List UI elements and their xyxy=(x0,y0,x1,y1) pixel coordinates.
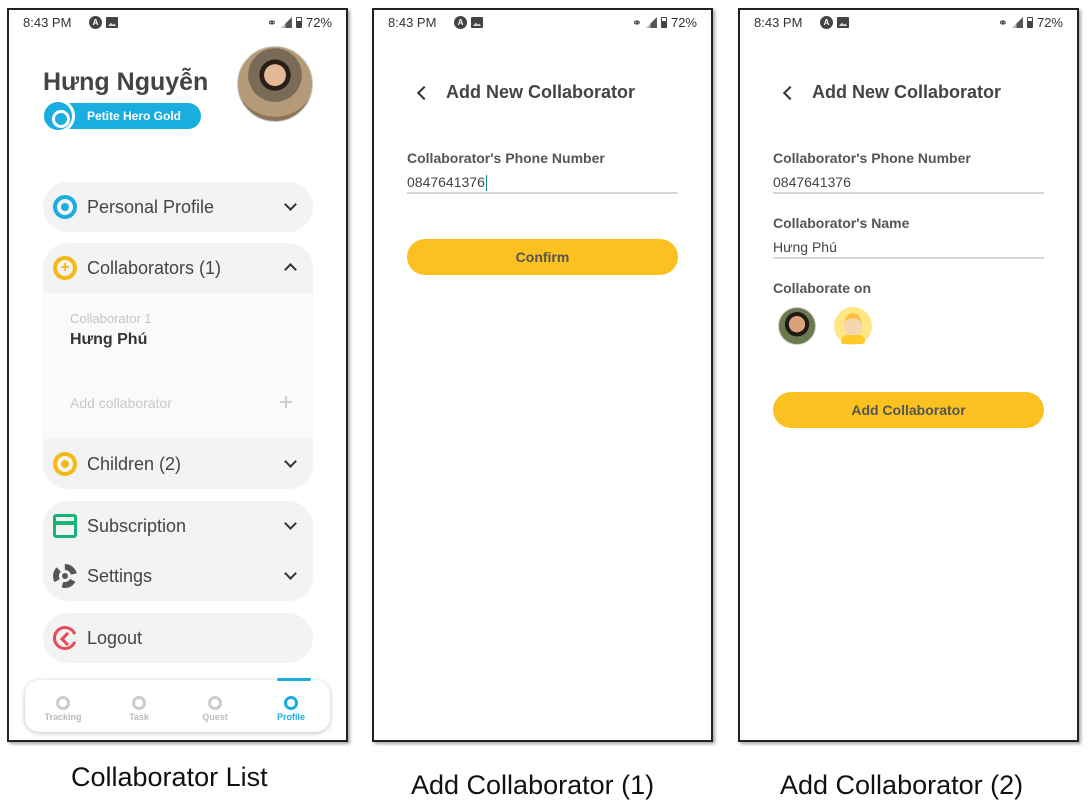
nav-quest[interactable]: Quest xyxy=(185,680,245,732)
status-bar: 8:43 PM A ⚭ 72% xyxy=(740,14,1077,32)
settings-row[interactable]: Settings xyxy=(43,551,313,601)
chevron-up-icon[interactable] xyxy=(284,263,297,276)
status-time: 8:43 PM xyxy=(23,15,72,30)
battery-icon xyxy=(295,17,302,28)
add-collaborator-screen-1: 8:43 PM A ⚭ 72% Add New Collaborator Coll… xyxy=(372,8,713,742)
collaborator-list-screen: 8:43 PM A ⚭ 72% Hưng Nguyễn Petite Hero G… xyxy=(7,8,348,742)
subscription-row[interactable]: Subscription xyxy=(43,501,313,551)
caption-collaborator-list: Collaborator List xyxy=(71,762,268,792)
add-collaborator-screen-2: 8:43 PM A ⚭ 72% Add New Collaborator Coll… xyxy=(738,8,1079,742)
children-label: Children (2) xyxy=(87,453,182,474)
battery-icon xyxy=(1026,17,1033,28)
profile-nav-icon xyxy=(284,696,298,710)
avatar[interactable] xyxy=(237,46,313,122)
phone-number-label: Collaborator's Phone Number xyxy=(407,150,605,166)
app-notification-icon: A xyxy=(820,16,833,29)
text-cursor xyxy=(485,175,488,192)
battery-percent: 72% xyxy=(670,15,697,30)
logout-label: Logout xyxy=(87,627,143,648)
collaborators-list: Collaborator 1 Hưng Phú Add collaborator… xyxy=(43,293,313,439)
chevron-down-icon[interactable] xyxy=(284,567,297,580)
signal-icon xyxy=(645,17,657,28)
nav-tracking[interactable]: Tracking xyxy=(33,680,93,732)
image-notification-icon xyxy=(837,17,849,28)
nav-profile[interactable]: Profile xyxy=(261,678,321,732)
chevron-down-icon[interactable] xyxy=(284,455,297,468)
membership-badge: Petite Hero Gold xyxy=(41,99,201,133)
collaborators-card: + Collaborators (1) Collaborator 1 Hưng … xyxy=(43,243,313,489)
wifi-icon: ⚭ xyxy=(266,15,277,30)
collaborators-header[interactable]: + Collaborators (1) xyxy=(43,243,313,293)
bottom-navigation: Tracking Task Quest Profile xyxy=(25,678,330,732)
gear-icon xyxy=(53,564,77,588)
children-icon xyxy=(53,452,77,476)
phone-number-field[interactable]: 0847641376 xyxy=(773,172,1044,194)
quest-icon xyxy=(208,696,222,710)
image-notification-icon xyxy=(106,17,118,28)
back-arrow-icon[interactable] xyxy=(782,85,798,101)
badge-icon xyxy=(41,99,75,133)
image-notification-icon xyxy=(471,17,483,28)
status-bar: 8:43 PM A ⚭ 72% xyxy=(374,14,711,32)
app-notification-icon: A xyxy=(89,16,102,29)
add-person-icon: + xyxy=(53,256,77,280)
profile-icon xyxy=(53,195,77,219)
collaborator-name[interactable]: Hưng Phú xyxy=(70,331,147,349)
signal-icon xyxy=(1011,17,1023,28)
signal-icon xyxy=(280,17,292,28)
active-tab-indicator xyxy=(277,678,311,681)
personal-profile-card[interactable]: Personal Profile xyxy=(43,182,313,232)
name-field[interactable]: Hưng Phú xyxy=(773,237,1044,259)
user-name: Hưng Nguyễn xyxy=(43,68,209,96)
phone-number-value: 0847641376 xyxy=(407,174,485,190)
chevron-down-icon[interactable] xyxy=(284,198,297,211)
app-notification-icon: A xyxy=(454,16,467,29)
phone-number-label: Collaborator's Phone Number xyxy=(773,150,971,166)
add-collaborator-plus-icon[interactable]: + xyxy=(279,389,293,417)
logout-card[interactable]: Logout xyxy=(43,613,313,663)
add-collaborator-link[interactable]: Add collaborator xyxy=(70,395,172,411)
caption-add-collaborator-1: Add Collaborator (1) xyxy=(411,770,655,800)
children-row[interactable]: Children (2) xyxy=(43,439,313,489)
chevron-down-icon[interactable] xyxy=(284,517,297,530)
confirm-button[interactable]: Confirm xyxy=(407,239,678,275)
battery-percent: 72% xyxy=(1036,15,1063,30)
add-collaborator-button[interactable]: Add Collaborator xyxy=(773,392,1044,428)
subscription-settings-card: Subscription Settings xyxy=(43,501,313,601)
status-time: 8:43 PM xyxy=(754,15,803,30)
personal-profile-label: Personal Profile xyxy=(87,196,215,217)
nav-profile-label: Profile xyxy=(276,712,305,722)
page-title: Add New Collaborator xyxy=(446,82,636,102)
phone-number-field[interactable]: 0847641376 xyxy=(407,172,678,194)
collaborator-caption: Collaborator 1 xyxy=(70,311,152,326)
wifi-icon: ⚭ xyxy=(631,15,642,30)
name-label: Collaborator's Name xyxy=(773,215,910,231)
page-title: Add New Collaborator xyxy=(812,82,1002,102)
settings-label: Settings xyxy=(87,565,153,586)
status-bar: 8:43 PM A ⚭ 72% xyxy=(9,14,346,32)
task-icon xyxy=(132,696,146,710)
caption-add-collaborator-2: Add Collaborator (2) xyxy=(780,770,1024,800)
battery-icon xyxy=(660,17,667,28)
membership-badge-label: Petite Hero Gold xyxy=(87,109,182,123)
back-arrow-icon[interactable] xyxy=(416,85,432,101)
nav-task-label: Task xyxy=(129,712,149,722)
subscription-label: Subscription xyxy=(87,515,187,536)
collaborate-on-label: Collaborate on xyxy=(773,280,872,296)
child-avatar-cartoon[interactable] xyxy=(834,307,872,345)
nav-quest-label: Quest xyxy=(202,712,228,722)
subscription-icon xyxy=(53,514,77,538)
wifi-icon: ⚭ xyxy=(997,15,1008,30)
collaborators-label: Collaborators (1) xyxy=(87,257,222,278)
child-avatar-photo[interactable] xyxy=(778,307,816,345)
status-time: 8:43 PM xyxy=(388,15,437,30)
tracking-icon xyxy=(56,696,70,710)
nav-tracking-label: Tracking xyxy=(44,712,82,722)
logout-icon xyxy=(53,626,77,650)
battery-percent: 72% xyxy=(305,15,332,30)
nav-task[interactable]: Task xyxy=(109,680,169,732)
